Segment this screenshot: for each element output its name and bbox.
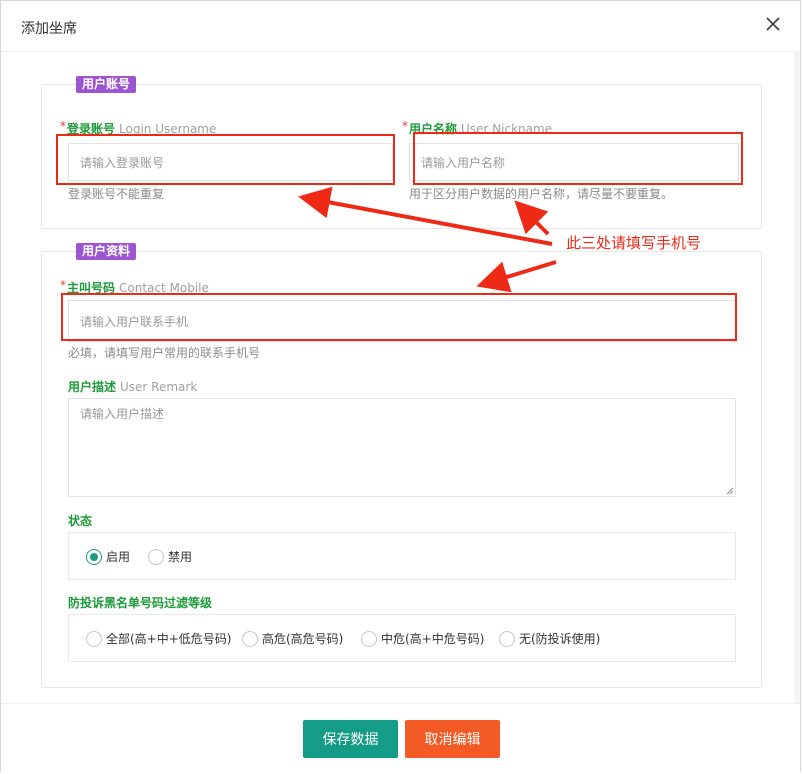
nickname-placeholder: 请输入用户名称 bbox=[421, 155, 506, 170]
mobile-hint: 必填，请填写用户常用的联系手机号 bbox=[68, 346, 261, 360]
nickname-label-en: User Nickname bbox=[461, 122, 553, 136]
radio-unchecked-icon bbox=[148, 548, 164, 565]
required-mark: * bbox=[402, 119, 408, 133]
username-label: *登录账号 Login Username bbox=[60, 119, 217, 137]
radio-unchecked-icon bbox=[499, 630, 515, 647]
remark-label-cn: 用户描述 bbox=[68, 380, 117, 394]
radio-unchecked-icon bbox=[361, 630, 377, 647]
blacklist-option-label: 无(防投诉使用) bbox=[519, 632, 601, 646]
status-radio-group: 启用 禁用 bbox=[68, 532, 736, 580]
annotation-text: 此三处请填写手机号 bbox=[566, 234, 702, 252]
mobile-input[interactable]: 请输入用户联系手机 bbox=[68, 300, 736, 342]
nickname-label: *用户名称 User Nickname bbox=[402, 119, 553, 137]
radio-unchecked-icon bbox=[86, 630, 102, 647]
mobile-label-cn: 主叫号码 bbox=[67, 281, 116, 295]
mobile-label: *主叫号码 Contact Mobile bbox=[60, 278, 209, 296]
close-icon[interactable] bbox=[762, 13, 784, 35]
add-agent-dialog: 添加坐席 用户账号 *登录账号 Login Username 请输入登录账号 登录… bbox=[0, 0, 801, 774]
remark-label: 用户描述 User Remark bbox=[68, 378, 197, 395]
radio-unchecked-icon bbox=[242, 630, 258, 647]
blacklist-option-none[interactable]: 无(防投诉使用) bbox=[499, 630, 600, 647]
cancel-button[interactable]: 取消编辑 bbox=[405, 720, 500, 758]
mobile-label-en: Contact Mobile bbox=[119, 281, 209, 295]
mobile-placeholder: 请输入用户联系手机 bbox=[80, 314, 189, 329]
dialog-title: 添加坐席 bbox=[21, 21, 77, 37]
blacklist-label: 防投诉黑名单号码过滤等级 bbox=[68, 594, 212, 611]
status-option-enabled[interactable]: 启用 bbox=[86, 548, 130, 565]
remark-placeholder: 请输入用户描述 bbox=[80, 407, 165, 421]
blacklist-label-text: 防投诉黑名单号码过滤等级 bbox=[68, 596, 213, 610]
remark-textarea[interactable]: 请输入用户描述 bbox=[68, 398, 736, 497]
blacklist-radio-group: 全部(高+中+低危号码) 高危(高危号码) 中危(高+中危号码) 无(防投诉使用… bbox=[68, 614, 736, 662]
blacklist-option-label: 中危(高+中危号码) bbox=[381, 632, 485, 646]
username-placeholder: 请输入登录账号 bbox=[80, 155, 165, 170]
account-legend: 用户账号 bbox=[76, 76, 137, 93]
status-label: 状态 bbox=[68, 512, 92, 529]
nickname-hint: 用于区分用户数据的用户名称，请尽量不要重复。 bbox=[409, 187, 674, 201]
status-option-disabled[interactable]: 禁用 bbox=[148, 548, 192, 565]
nickname-input[interactable]: 请输入用户名称 bbox=[409, 143, 739, 181]
blacklist-option-all[interactable]: 全部(高+中+低危号码) bbox=[86, 630, 231, 647]
status-option-label: 禁用 bbox=[168, 550, 193, 564]
save-button[interactable]: 保存数据 bbox=[303, 720, 398, 758]
radio-checked-icon bbox=[86, 548, 102, 565]
blacklist-option-label: 高危(高危号码) bbox=[262, 632, 344, 646]
required-mark: * bbox=[60, 278, 66, 292]
remark-label-en: User Remark bbox=[120, 380, 198, 394]
resize-grip-icon[interactable] bbox=[725, 486, 733, 494]
username-hint: 登录账号不能重复 bbox=[68, 187, 165, 201]
required-mark: * bbox=[60, 119, 66, 133]
dialog-footer: 保存数据 取消编辑 bbox=[1, 703, 800, 774]
dialog-body: 用户账号 *登录账号 Login Username 请输入登录账号 登录账号不能重… bbox=[1, 52, 800, 703]
username-label-en: Login Username bbox=[119, 122, 217, 136]
blacklist-option-medium[interactable]: 中危(高+中危号码) bbox=[361, 630, 484, 647]
status-label-text: 状态 bbox=[68, 514, 93, 528]
blacklist-option-high[interactable]: 高危(高危号码) bbox=[242, 630, 343, 647]
blacklist-option-label: 全部(高+中+低危号码) bbox=[106, 632, 232, 646]
profile-legend: 用户资料 bbox=[76, 243, 137, 260]
username-label-cn: 登录账号 bbox=[67, 122, 116, 136]
nickname-label-cn: 用户名称 bbox=[409, 122, 458, 136]
dialog-header: 添加坐席 bbox=[1, 1, 800, 52]
status-option-label: 启用 bbox=[106, 550, 131, 564]
username-input[interactable]: 请输入登录账号 bbox=[68, 143, 393, 181]
